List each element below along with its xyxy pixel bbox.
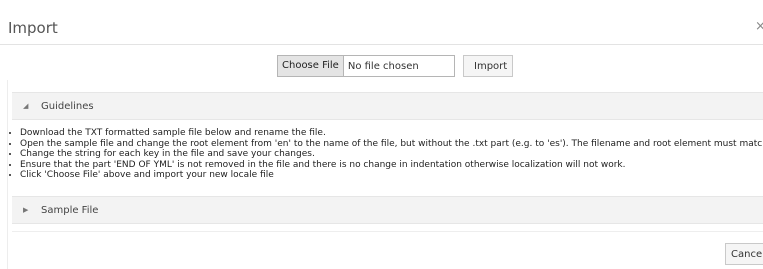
- choose-file-button[interactable]: Choose File: [278, 56, 344, 76]
- file-status-text: No file chosen: [347, 60, 419, 72]
- guidelines-section-header[interactable]: ◢ Guidelines: [12, 92, 763, 120]
- sample-file-heading: Sample File: [41, 204, 99, 216]
- footer-divider: [12, 231, 763, 232]
- sample-file-section-header[interactable]: ▶ Sample File: [12, 196, 763, 224]
- import-button[interactable]: Import: [463, 55, 513, 77]
- file-upload-area: Choose File No file chosen Import: [277, 55, 513, 77]
- list-item: Change the string for each key in the fi…: [20, 149, 763, 160]
- triangle-expanded-icon: ◢: [23, 102, 29, 110]
- list-item: Ensure that the part 'END OF YML' is not…: [20, 160, 763, 171]
- dialog-title: Import: [8, 19, 58, 37]
- guidelines-heading: Guidelines: [41, 100, 94, 112]
- list-item: Open the sample file and change the root…: [20, 139, 763, 150]
- file-input[interactable]: Choose File No file chosen: [277, 55, 455, 77]
- import-dialog: Import × Choose File No file chosen Impo…: [0, 0, 763, 269]
- guidelines-list: Download the TXT formatted sample file b…: [8, 128, 763, 181]
- triangle-collapsed-icon: ▶: [23, 206, 29, 214]
- cancel-button[interactable]: Cancel: [725, 243, 763, 265]
- list-item: Click 'Choose File' above and import you…: [20, 170, 763, 181]
- close-icon[interactable]: ×: [755, 19, 763, 35]
- dialog-header: Import ×: [0, 0, 763, 45]
- list-item: Download the TXT formatted sample file b…: [20, 128, 763, 139]
